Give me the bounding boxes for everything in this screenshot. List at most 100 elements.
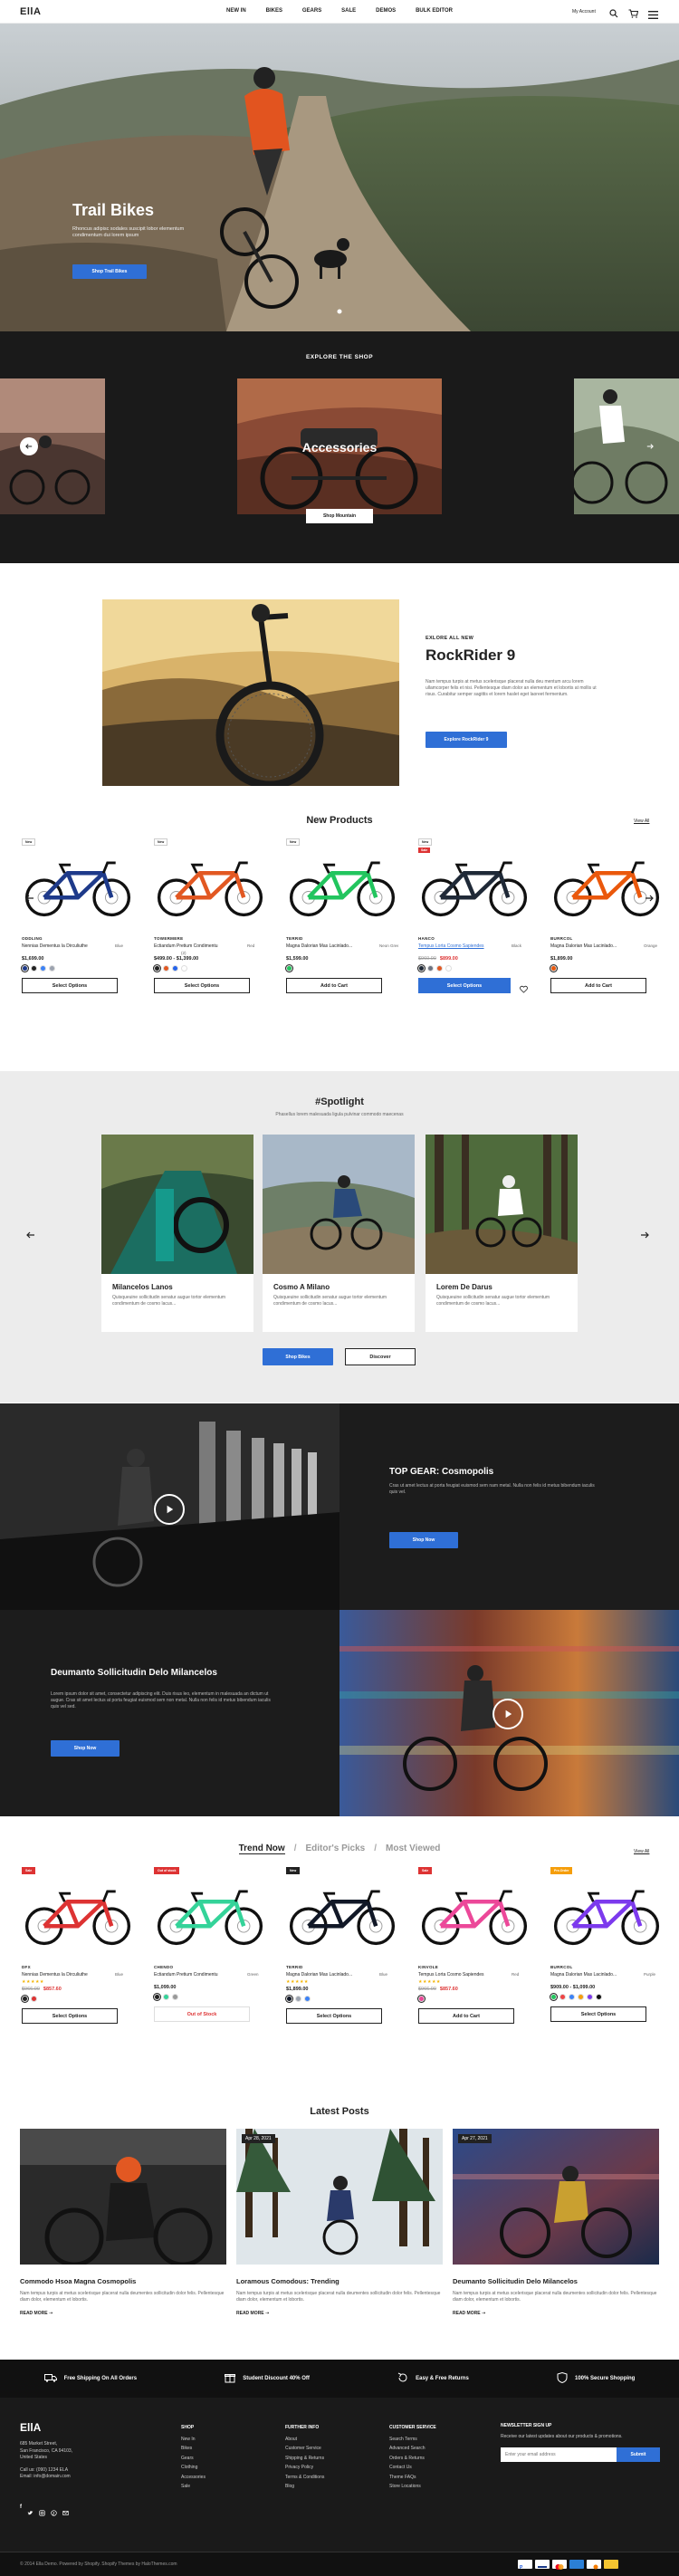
product-name[interactable]: Tempus Lorta Cosmo Sapiendes — [418, 943, 509, 949]
nav-demos[interactable]: DEMOS — [376, 8, 396, 14]
footer-link[interactable]: Bikes — [181, 2444, 206, 2454]
product-name[interactable]: Nennias Dementus la Dirculiuthe — [22, 943, 112, 949]
post-card-2[interactable]: Apr 28, 2021 Loramous Comodous: Trending… — [236, 2129, 443, 2316]
discover-button[interactable]: Discover — [345, 1348, 416, 1365]
footer-link[interactable]: Store Locations — [389, 2482, 436, 2492]
product-image[interactable] — [22, 851, 134, 924]
explore-prev-arrow[interactable] — [20, 437, 38, 455]
tab-editors-picks[interactable]: Editor's Picks — [305, 1843, 365, 1854]
email-icon[interactable] — [62, 2504, 69, 2521]
search-icon[interactable] — [609, 6, 618, 18]
tab-trend-now[interactable]: Trend Now — [238, 1843, 285, 1854]
footer-link[interactable]: About — [285, 2435, 324, 2445]
post-title-2[interactable]: Loramous Comodous: Trending — [236, 2277, 443, 2285]
footer-link[interactable]: Orders & Returns — [389, 2454, 436, 2464]
post-title-1[interactable]: Commodo Hsoa Magna Cosmopolis — [20, 2277, 226, 2285]
color-swatch[interactable] — [550, 965, 557, 972]
footer-link[interactable]: Search Terms — [389, 2435, 436, 2445]
trend-view-all[interactable]: View All — [634, 1849, 649, 1854]
feature-explore-button[interactable]: Explore RockRider 9 — [426, 732, 507, 748]
footer-link[interactable]: Accessories — [181, 2473, 206, 2483]
product-name[interactable]: Magna Dalorian Mas Lacinlado... — [550, 1972, 641, 1977]
footer-link[interactable]: Clothing — [181, 2463, 206, 2473]
product-action-button[interactable]: Select Options — [418, 978, 511, 993]
post-readmore-1[interactable]: READ MORE ➝ — [20, 2311, 226, 2316]
color-swatch[interactable] — [295, 1996, 301, 2002]
nav-bulk-editor[interactable]: BULK EDITOR — [416, 8, 453, 14]
color-swatch[interactable] — [587, 1994, 593, 2000]
color-swatch[interactable] — [559, 1994, 566, 2000]
color-swatch[interactable] — [172, 965, 178, 972]
logo[interactable]: EllA — [20, 6, 41, 17]
color-swatch[interactable] — [31, 1996, 37, 2002]
footer-logo[interactable]: EllA — [20, 2421, 41, 2434]
product-name[interactable]: Nennias Dementus la Dirculiuthe — [22, 1972, 112, 1977]
color-swatch[interactable] — [163, 965, 169, 972]
footer-link[interactable]: Customer Service — [285, 2444, 324, 2454]
footer-link[interactable]: Terms & Conditions — [285, 2473, 324, 2483]
product-card[interactable]: New TERRID Magna Dalorian Mas Lacinlado...… — [286, 1867, 398, 2083]
pinterest-icon[interactable] — [51, 2504, 57, 2521]
color-swatch[interactable] — [154, 1994, 160, 2000]
footer-link[interactable]: Contact Us — [389, 2463, 436, 2473]
color-swatch[interactable] — [22, 1996, 28, 2002]
color-swatch[interactable] — [181, 965, 187, 972]
product-card[interactable]: Sale KINVOLE Tempus Lorta Cosmo Sapiendes R… — [418, 1867, 531, 2083]
product-card[interactable]: New Sale HANCO Tempus Lorta Cosmo Sapiendes… — [418, 838, 531, 1054]
explore-card-left[interactable] — [0, 378, 105, 514]
hero-shop-button[interactable]: Shop Trail Bikes — [72, 264, 147, 279]
footer-email[interactable]: Email: info@domain.com — [20, 2474, 72, 2481]
spotlight-card-3[interactable]: Lorem De Darus Quisqueuine sollicitudin … — [426, 1135, 578, 1332]
new-products-view-all[interactable]: View All — [634, 819, 649, 824]
product-image[interactable] — [154, 851, 266, 924]
color-swatch[interactable] — [596, 1994, 602, 2000]
newsletter-submit-button[interactable]: Submit — [617, 2447, 660, 2462]
product-action-button[interactable]: Out of Stock — [154, 2006, 250, 2022]
spotlight-card-2[interactable]: Cosmo A Milano Quisqueuine sollicitudin … — [263, 1135, 415, 1332]
product-image[interactable] — [22, 1880, 134, 1952]
newsletter-email-input[interactable] — [501, 2447, 617, 2462]
product-name[interactable]: Magna Dalorian Mas Lacinlado... — [550, 943, 641, 949]
footer-link[interactable]: Advanced Search — [389, 2444, 436, 2454]
nav-new-in[interactable]: NEW IN — [226, 8, 246, 14]
nav-sale[interactable]: SALE — [341, 8, 356, 14]
product-image[interactable] — [286, 1880, 398, 1952]
footer-link[interactable]: Shipping & Returns — [285, 2454, 324, 2464]
product-name[interactable]: Ectiandum Pretium Condimentu — [154, 1972, 244, 1977]
spotlight-next-arrow[interactable] — [639, 1228, 650, 1239]
color-swatch[interactable] — [286, 1996, 292, 2002]
new-products-next-arrow[interactable] — [645, 891, 654, 902]
facebook-icon[interactable]: f — [20, 2504, 22, 2521]
product-card[interactable]: BURRCOL Magna Dalorian Mas Lacinlado... Or… — [550, 838, 663, 1054]
shop-bikes-button[interactable]: Shop Bikes — [263, 1348, 333, 1365]
explore-next-arrow[interactable] — [641, 437, 659, 455]
product-action-button[interactable]: Add to Cart — [286, 978, 382, 993]
product-card[interactable]: Sale DFX Nennias Dementus la Dirculiuthe Bl… — [22, 1867, 134, 2083]
color-swatch[interactable] — [418, 1996, 425, 2002]
menu-icon[interactable] — [648, 7, 658, 19]
product-card[interactable]: Out of stock CHENDO Ectiandum Pretium Cond… — [154, 1867, 266, 2083]
promo-2-shop-button[interactable]: Shop Now — [51, 1740, 120, 1757]
color-swatch[interactable] — [172, 1994, 178, 2000]
footer-link[interactable]: Blog — [285, 2482, 324, 2492]
product-name[interactable]: Ectiandum Pretium Condimentu — [154, 943, 244, 949]
product-action-button[interactable]: Add to Cart — [418, 2008, 514, 2024]
product-card[interactable]: New ODDLING Nennias Dementus la Dirculiuth… — [22, 838, 134, 1054]
color-swatch[interactable] — [154, 965, 160, 972]
account-link[interactable]: My Account — [572, 9, 596, 14]
color-swatch[interactable] — [49, 965, 55, 972]
color-swatch[interactable] — [578, 1994, 584, 2000]
footer-link[interactable]: Privacy Policy — [285, 2463, 324, 2473]
product-image[interactable] — [154, 1880, 266, 1952]
product-action-button[interactable]: Add to Cart — [550, 978, 646, 993]
color-swatch[interactable] — [445, 965, 452, 972]
color-swatch[interactable] — [40, 965, 46, 972]
twitter-icon[interactable] — [27, 2504, 33, 2521]
play-icon[interactable] — [154, 1494, 185, 1525]
color-swatch[interactable] — [418, 965, 425, 972]
color-swatch[interactable] — [569, 1994, 575, 2000]
color-swatch[interactable] — [22, 965, 28, 972]
product-action-button[interactable]: Select Options — [154, 978, 250, 993]
spotlight-card-1[interactable]: Milancelos Lanos Quisqueuine sollicitudi… — [101, 1135, 253, 1332]
tab-most-viewed[interactable]: Most Viewed — [386, 1843, 440, 1854]
